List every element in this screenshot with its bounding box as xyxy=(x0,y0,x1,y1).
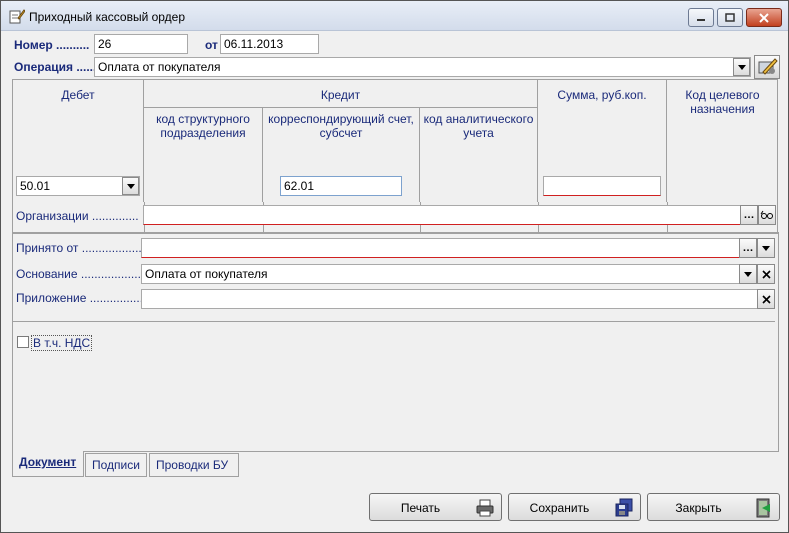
organizations-browse-button[interactable]: … xyxy=(740,205,758,225)
date-input[interactable]: 06.11.2013 xyxy=(220,34,319,54)
attachment-clear-button[interactable] xyxy=(757,289,775,309)
summa-header: Сумма, руб.коп. xyxy=(557,88,647,102)
chevron-down-icon xyxy=(762,245,770,251)
attachment-input[interactable] xyxy=(141,289,758,309)
print-button-label: Печать xyxy=(400,501,441,515)
save-button[interactable]: Сохранить xyxy=(508,493,641,521)
debet-header: Дебет xyxy=(61,88,95,102)
printer-icon xyxy=(476,499,494,517)
close-icon xyxy=(761,294,771,304)
struct-code-header: код структурного подразделения xyxy=(156,112,250,140)
close-icon xyxy=(759,12,769,23)
title-bar: Приходный кассовый ордер xyxy=(1,1,788,31)
tab-signatures[interactable]: Подписи xyxy=(85,453,147,477)
attachment-label: Приложение .................. xyxy=(16,291,150,305)
maximize-icon xyxy=(725,13,735,22)
chevron-down-icon xyxy=(744,271,752,277)
form-client-area: Номер .......... 26 от 06.11.2013 Операц… xyxy=(1,31,788,532)
close-button-label: Закрыть xyxy=(675,501,722,515)
operation-dropdown-button[interactable] xyxy=(733,58,750,76)
received-from-browse-button[interactable]: … xyxy=(739,238,757,258)
operation-label: Операция ...... xyxy=(14,60,97,74)
struct-code-header-cell: код структурного подразделения xyxy=(144,108,263,203)
glasses-icon xyxy=(760,210,773,219)
basis-dropdown-button[interactable] xyxy=(739,264,757,284)
chevron-down-icon xyxy=(126,183,135,189)
chevron-down-icon xyxy=(737,64,746,70)
document-pencil-icon xyxy=(9,9,25,24)
analytic-code-header-cell: код аналитического учета xyxy=(420,108,538,203)
target-code-header-cell: Код целевого назначения xyxy=(667,80,778,203)
vat-checkbox[interactable] xyxy=(17,336,29,348)
basis-input[interactable]: Оплата от покупателя xyxy=(141,264,740,284)
target-code-header: Код целевого назначения xyxy=(685,88,760,116)
organizations-input[interactable] xyxy=(143,205,741,225)
minimize-button[interactable] xyxy=(688,8,714,27)
number-input[interactable]: 26 xyxy=(94,34,188,54)
cash-receipt-order-window: Приходный кассовый ордер Номер .........… xyxy=(0,0,789,533)
analytic-code-header: код аналитического учета xyxy=(423,112,534,140)
basis-clear-button[interactable] xyxy=(757,264,775,284)
edit-tool-icon xyxy=(758,58,778,75)
save-button-label: Сохранить xyxy=(529,501,590,515)
kredit-header: Кредит xyxy=(320,88,361,102)
number-label: Номер .......... xyxy=(14,38,90,52)
vat-label: В т.ч. НДС xyxy=(31,335,93,351)
exit-door-icon xyxy=(756,498,770,518)
kredit-header-cell: Кредит xyxy=(144,80,538,108)
operation-settings-button[interactable] xyxy=(754,55,780,79)
minimize-icon xyxy=(697,18,705,21)
received-from-dropdown-button[interactable] xyxy=(757,238,775,258)
basis-label: Основание ................... xyxy=(16,267,145,281)
close-window-button[interactable] xyxy=(746,8,782,27)
tab-document[interactable]: Документ xyxy=(12,451,84,477)
print-button[interactable]: Печать xyxy=(369,493,502,521)
close-button[interactable]: Закрыть xyxy=(647,493,780,521)
operation-select[interactable]: Оплата от покупателя xyxy=(94,57,751,77)
organizations-link-button[interactable] xyxy=(758,205,776,225)
save-disk-icon xyxy=(615,498,633,517)
maximize-button[interactable] xyxy=(717,8,743,27)
date-label: от xyxy=(205,38,218,52)
organizations-label: Организации .............. xyxy=(16,209,139,223)
corr-account-input[interactable]: 62.01 xyxy=(280,176,402,196)
tab-postings[interactable]: Проводки БУ xyxy=(149,453,239,477)
debet-dropdown-button[interactable] xyxy=(122,177,139,195)
summa-input[interactable] xyxy=(543,176,661,196)
corr-account-header: корреспондирующий счет, субсчет xyxy=(268,112,414,140)
close-icon xyxy=(761,269,771,279)
window-title: Приходный кассовый ордер xyxy=(29,10,186,24)
received-from-input[interactable] xyxy=(141,238,740,258)
received-from-label: Принято от .................. xyxy=(16,241,142,255)
